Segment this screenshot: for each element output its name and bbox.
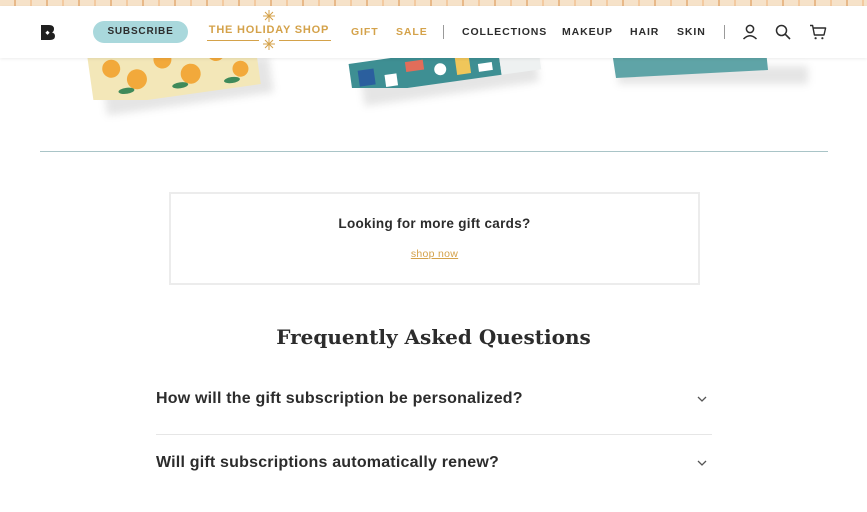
search-icon[interactable] — [774, 23, 792, 41]
chevron-down-icon[interactable] — [696, 393, 708, 405]
nav-sale[interactable]: SALE — [396, 26, 428, 38]
nav-hair[interactable]: HAIR — [630, 26, 659, 38]
brand-logo-icon[interactable] — [40, 25, 55, 40]
nav-skin[interactable]: SKIN — [677, 26, 706, 38]
sparkle-bottom-icon — [263, 38, 275, 50]
faq-divider — [156, 434, 712, 435]
nav-makeup[interactable]: MAKEUP — [562, 26, 613, 38]
shop-now-link[interactable]: shop now — [171, 248, 698, 260]
sparkle-top-icon — [263, 10, 275, 22]
nav-collections[interactable]: COLLECTIONS — [462, 26, 547, 38]
nav-gift[interactable]: GIFT — [351, 26, 379, 38]
faq-question[interactable]: How will the gift subscription be person… — [156, 390, 523, 408]
faq-item[interactable]: How will the gift subscription be person… — [156, 390, 712, 454]
faq-heading: Frequently Asked Questions — [276, 325, 591, 349]
section-divider — [40, 151, 828, 152]
holiday-shop-label: THE HOLIDAY SHOP — [208, 24, 330, 36]
nav-divider — [443, 25, 444, 39]
chevron-down-icon[interactable] — [696, 457, 708, 469]
holiday-divider-left — [207, 40, 259, 41]
more-gift-cards-title: Looking for more gift cards? — [338, 216, 531, 231]
faq-item[interactable]: Will gift subscriptions automatically re… — [156, 454, 712, 512]
holiday-shop-link[interactable]: THE HOLIDAY SHOP — [205, 10, 333, 50]
cart-icon[interactable] — [809, 23, 827, 41]
faq-question[interactable]: Will gift subscriptions automatically re… — [156, 454, 499, 472]
nav-divider — [724, 25, 725, 39]
more-gift-cards-panel: Looking for more gift cards? shop now — [169, 192, 700, 285]
subscribe-button[interactable]: SUBSCRIBE — [93, 21, 188, 43]
holiday-divider-right — [279, 40, 331, 41]
account-icon[interactable] — [741, 23, 759, 41]
site-header: SUBSCRIBE THE HOLIDAY SHOP GIFT SALE COL… — [0, 6, 867, 58]
